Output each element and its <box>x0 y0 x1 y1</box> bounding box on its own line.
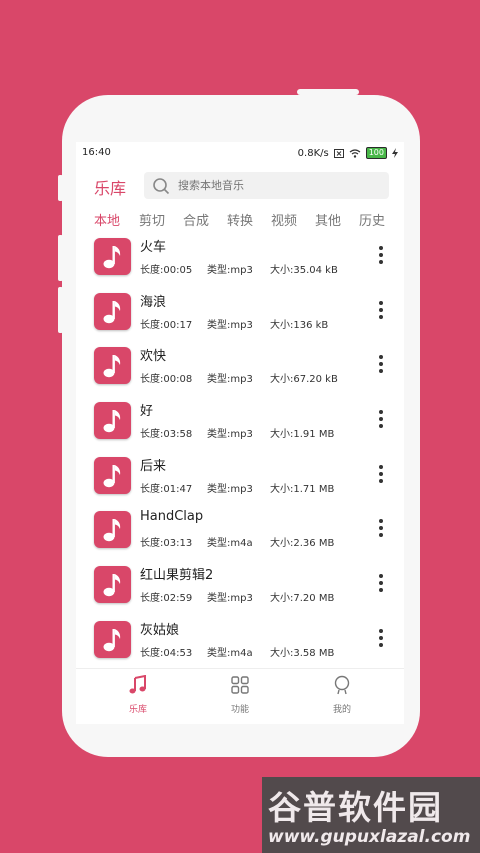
list-item[interactable]: 火车 长度:00:05 类型:mp3 大小:35.04 kB <box>76 236 404 291</box>
nav-library[interactable]: 乐库 <box>108 674 168 715</box>
watermark-url: www.gupuxlazal.com <box>268 827 471 847</box>
music-file-icon <box>94 402 131 439</box>
music-file-icon <box>94 457 131 494</box>
watermark-title: 谷普软件园 <box>268 788 443 827</box>
search-input[interactable] <box>178 172 378 199</box>
watermark: 谷普软件园 www.gupuxlazal.com <box>262 777 480 853</box>
song-size: 大小:136 kB <box>270 320 329 331</box>
song-title: 后来 <box>140 459 167 474</box>
network-speed: 0.8K/s <box>297 147 329 159</box>
list-item[interactable]: 灰姑娘 长度:04:53 类型:m4a 大小:3.58 MB <box>76 619 404 664</box>
nav-features-label: 功能 <box>230 705 249 715</box>
bottom-navigation: 乐库 功能 我的 <box>76 668 404 724</box>
song-length: 长度:00:05 <box>140 265 193 276</box>
status-bar: 16:40 0.8K/s 100 <box>76 142 404 164</box>
song-type: 类型:mp3 <box>207 320 253 331</box>
song-title: 欢快 <box>140 349 167 364</box>
more-options-icon[interactable] <box>376 410 386 434</box>
song-title: 灰姑娘 <box>140 623 180 638</box>
phone-volume-down-button <box>58 287 63 333</box>
song-title: 海浪 <box>140 295 167 310</box>
status-time: 16:40 <box>82 147 111 158</box>
nav-library-label: 乐库 <box>128 705 147 715</box>
tab-other[interactable]: 其他 <box>315 210 341 229</box>
more-options-icon[interactable] <box>376 629 386 653</box>
music-note-icon <box>129 674 146 694</box>
song-size: 大小:7.20 MB <box>270 593 335 604</box>
phone-side-button <box>58 175 63 201</box>
list-item[interactable]: 后来 长度:01:47 类型:mp3 大小:1.71 MB <box>76 455 404 510</box>
header: 乐库 <box>76 170 404 200</box>
tab-merge[interactable]: 合成 <box>183 210 209 229</box>
grid-icon <box>231 676 249 694</box>
more-options-icon[interactable] <box>376 301 386 325</box>
more-options-icon[interactable] <box>376 246 386 270</box>
song-size: 大小:1.91 MB <box>270 429 335 440</box>
list-item[interactable]: 欢快 长度:00:08 类型:mp3 大小:67.20 kB <box>76 345 404 400</box>
song-title: 火车 <box>140 240 167 255</box>
song-type: 类型:mp3 <box>207 593 253 604</box>
song-type: 类型:mp3 <box>207 374 253 385</box>
song-type: 类型:mp3 <box>207 484 253 495</box>
list-item[interactable]: HandClap 长度:03:13 类型:m4a 大小:2.36 MB <box>76 509 404 564</box>
battery-indicator: 100 <box>365 147 387 159</box>
sim-icon <box>333 148 344 158</box>
nav-profile[interactable]: 我的 <box>312 675 372 715</box>
more-options-icon[interactable] <box>376 465 386 489</box>
status-right: 0.8K/s 100 <box>298 147 398 159</box>
music-file-icon <box>94 347 131 384</box>
more-options-icon[interactable] <box>376 574 386 598</box>
tab-cut[interactable]: 剪切 <box>139 210 165 229</box>
list-item[interactable]: 好 长度:03:58 类型:mp3 大小:1.91 MB <box>76 400 404 455</box>
more-options-icon[interactable] <box>376 355 386 379</box>
song-length: 长度:00:08 <box>140 374 193 385</box>
phone-volume-up-button <box>58 235 63 281</box>
search-icon <box>153 178 170 195</box>
nav-profile-label: 我的 <box>332 705 351 715</box>
music-file-icon <box>94 566 131 603</box>
list-item[interactable]: 红山果剪辑2 长度:02:59 类型:mp3 大小:7.20 MB <box>76 564 404 619</box>
song-list: 火车 长度:00:05 类型:mp3 大小:35.04 kB 海浪 长度:00:… <box>76 234 404 664</box>
song-size: 大小:1.71 MB <box>270 484 335 495</box>
tab-video[interactable]: 视频 <box>271 210 297 229</box>
song-size: 大小:3.58 MB <box>270 648 335 659</box>
song-length: 长度:04:53 <box>140 648 193 659</box>
list-item[interactable]: 海浪 长度:00:17 类型:mp3 大小:136 kB <box>76 291 404 346</box>
music-file-icon <box>94 238 131 275</box>
song-size: 大小:2.36 MB <box>270 538 335 549</box>
music-file-icon <box>94 293 131 330</box>
tab-convert[interactable]: 转换 <box>227 210 253 229</box>
song-title: 红山果剪辑2 <box>140 568 214 583</box>
charging-icon <box>392 148 398 158</box>
app-screen: 16:40 0.8K/s 100 乐库 本地 剪切 合成 转换 视频 其他 历史… <box>76 142 404 724</box>
song-type: 类型:mp3 <box>207 429 253 440</box>
phone-power-button <box>297 89 359 95</box>
song-size: 大小:35.04 kB <box>270 265 338 276</box>
profile-icon <box>334 675 350 695</box>
search-bar[interactable] <box>144 172 389 199</box>
music-file-icon <box>94 511 131 548</box>
song-type: 类型:m4a <box>207 648 253 659</box>
song-length: 长度:02:59 <box>140 593 193 604</box>
tab-history[interactable]: 历史 <box>359 210 385 229</box>
song-length: 长度:00:17 <box>140 320 193 331</box>
page-title: 乐库 <box>94 179 127 198</box>
song-title: HandClap <box>140 509 204 524</box>
nav-features[interactable]: 功能 <box>210 675 270 715</box>
tab-bar: 本地 剪切 合成 转换 视频 其他 历史 <box>76 210 404 232</box>
song-size: 大小:67.20 kB <box>270 374 338 385</box>
music-file-icon <box>94 621 131 658</box>
song-type: 类型:mp3 <box>207 265 253 276</box>
song-length: 长度:03:13 <box>140 538 193 549</box>
song-length: 长度:03:58 <box>140 429 193 440</box>
more-options-icon[interactable] <box>376 519 386 543</box>
song-title: 好 <box>140 404 154 419</box>
wifi-icon <box>349 148 361 158</box>
song-length: 长度:01:47 <box>140 484 193 495</box>
tab-local[interactable]: 本地 <box>94 210 120 229</box>
song-type: 类型:m4a <box>207 538 253 549</box>
